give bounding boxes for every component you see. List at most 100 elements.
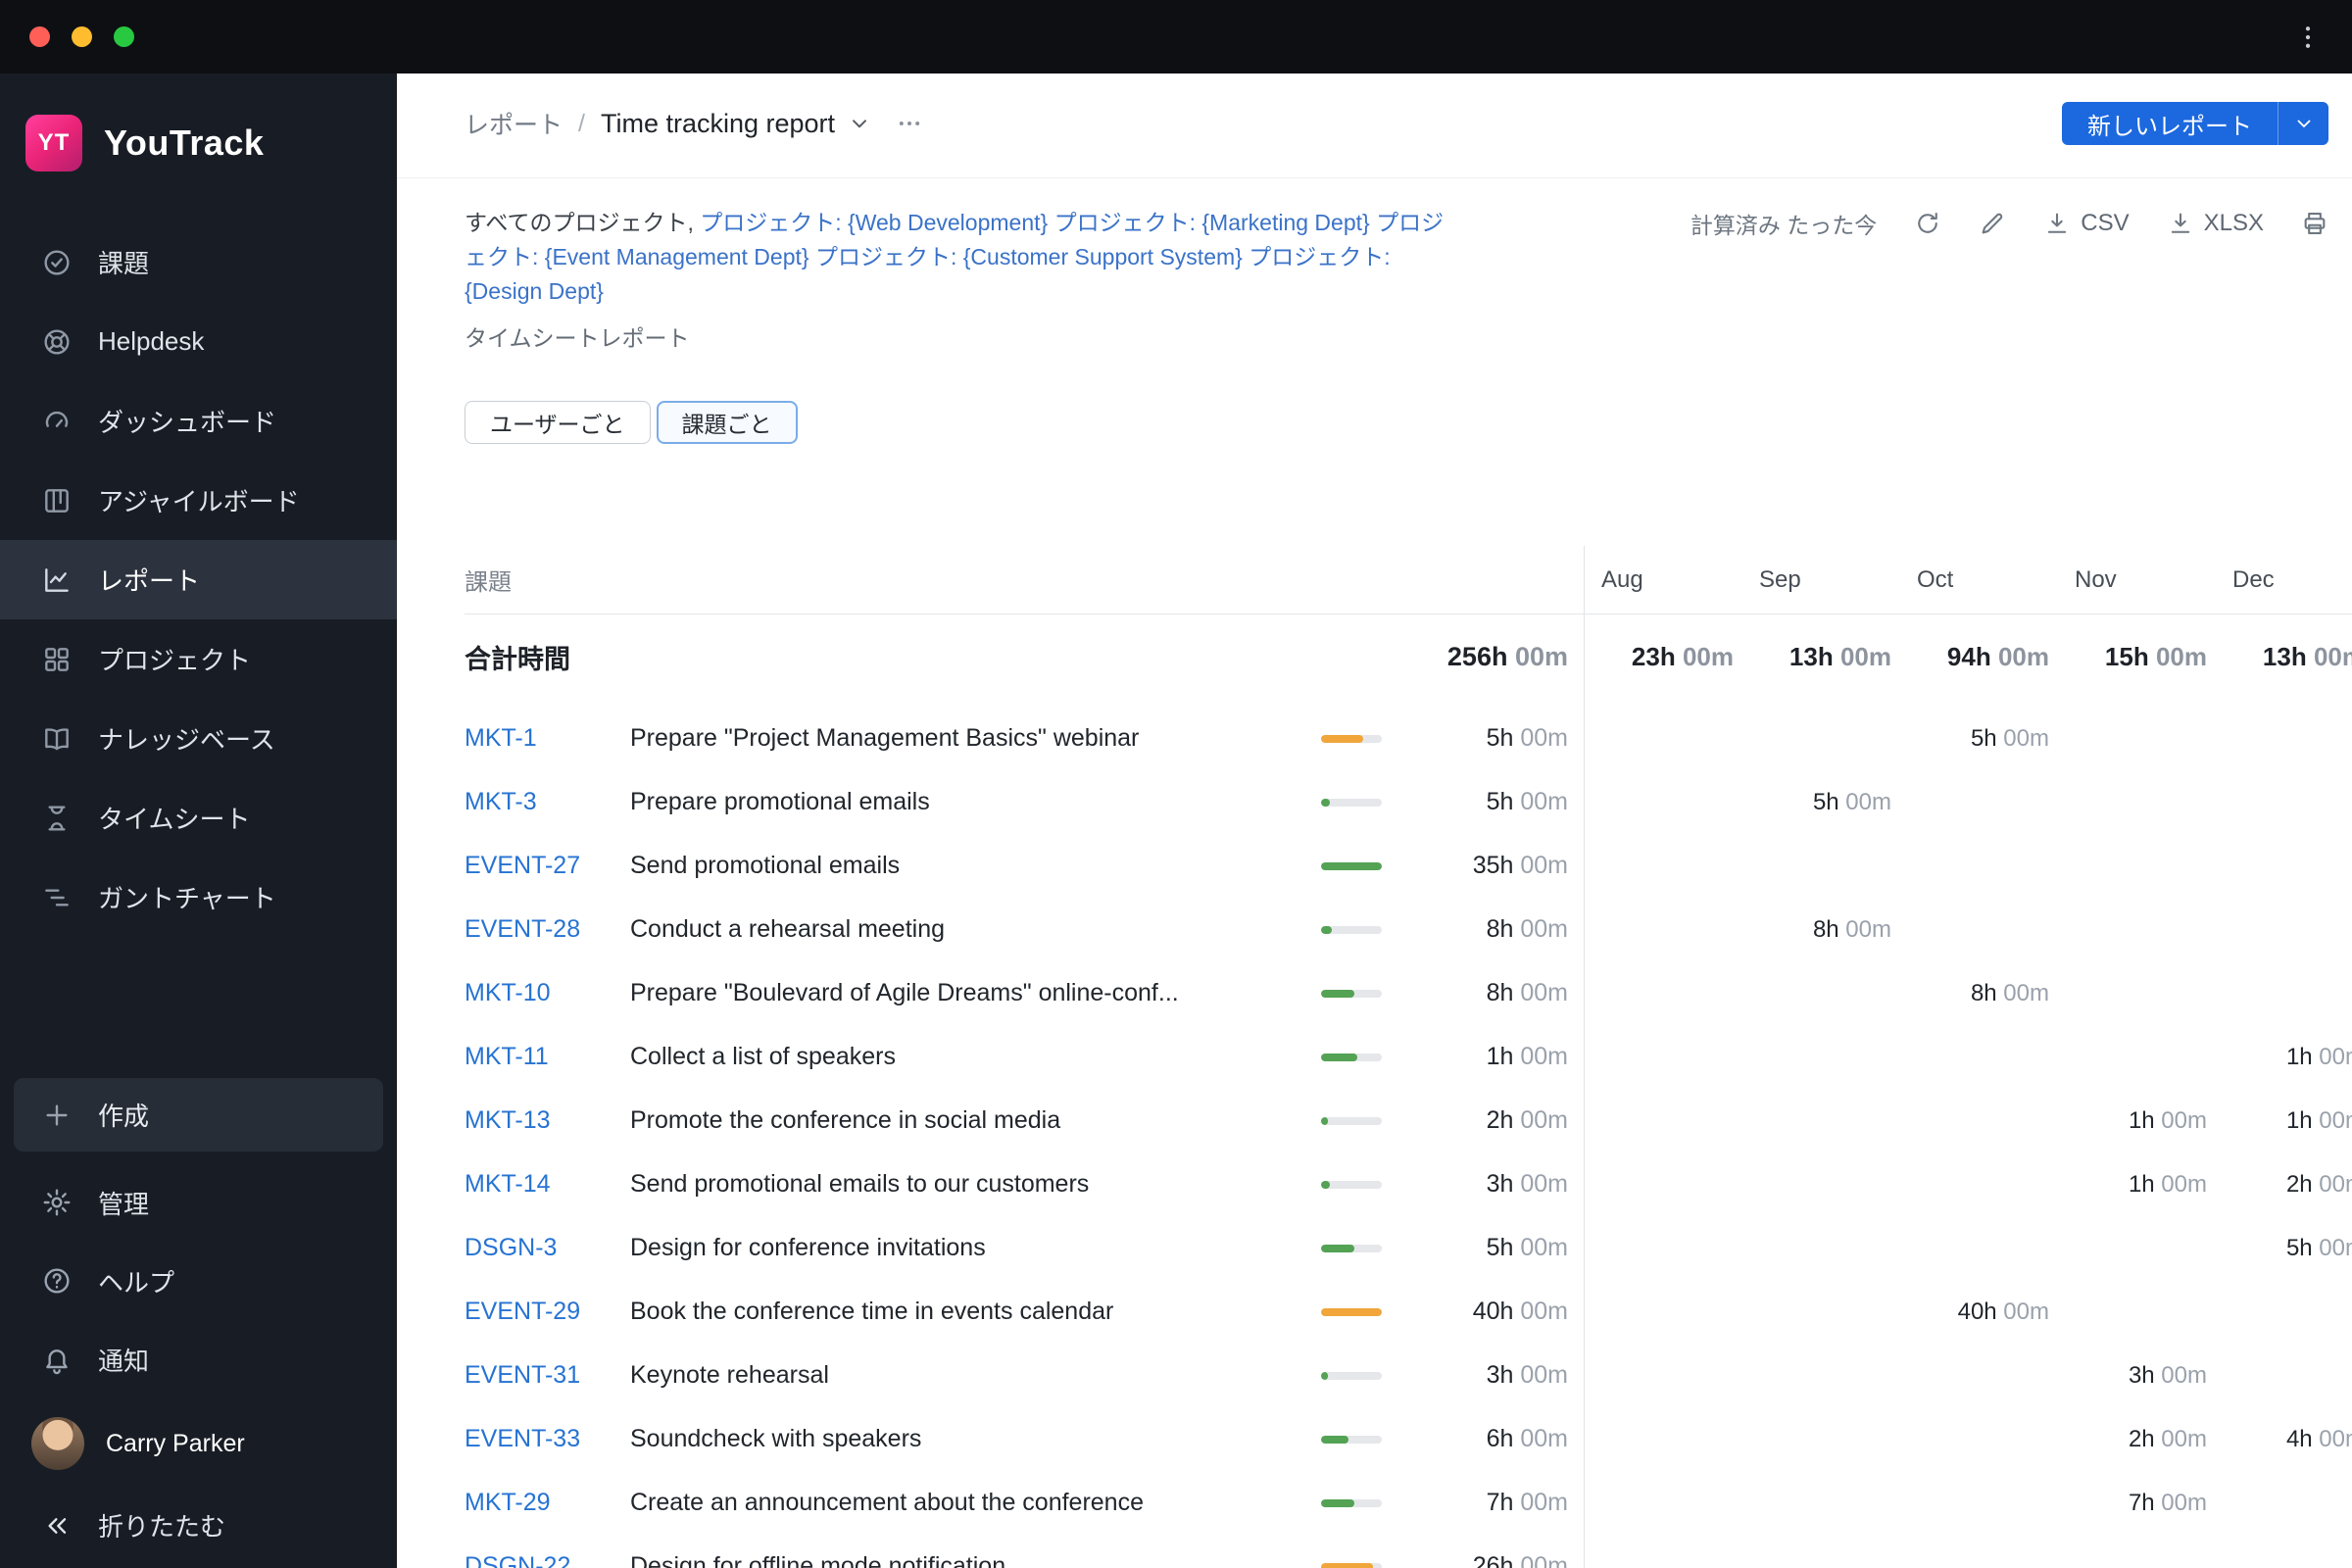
month-cell <box>1584 725 1741 753</box>
progress-bar <box>1321 925 1382 934</box>
progress-bar <box>1321 989 1382 998</box>
edit-button[interactable] <box>1979 210 2006 237</box>
issue-summary: Prepare promotional emails <box>630 788 930 815</box>
month-cell <box>2057 1044 2215 1071</box>
issue-summary: Send promotional emails to our customers <box>630 1170 1090 1198</box>
chevron-down-icon[interactable] <box>847 111 872 136</box>
download-icon <box>2167 210 2194 237</box>
report-meta-actions: 計算済み たった今 CSV XLSX <box>1690 206 2328 240</box>
issue-id-link[interactable]: MKT-13 <box>465 1106 630 1135</box>
row-months: 7h 00m <box>1584 1490 2352 1517</box>
progress-bar <box>1321 1562 1382 1568</box>
month-cell <box>1899 1044 2057 1071</box>
project-scope-link[interactable]: プロジェクト: {Marketing Dept} <box>1054 210 1370 235</box>
report-info: すべてのプロジェクト, プロジェクト: {Web Development} プロ… <box>465 206 2328 309</box>
export-csv-button[interactable]: CSV <box>2043 210 2130 237</box>
issue-id-link[interactable]: EVENT-33 <box>465 1425 630 1453</box>
sidebar-item-timesheet[interactable]: タイムシート <box>0 778 397 858</box>
bell-icon <box>41 1344 73 1375</box>
month-cell <box>2057 980 2215 1007</box>
issue-summary: Book the conference time in events calen… <box>630 1298 1114 1325</box>
issue-id-link[interactable]: EVENT-29 <box>465 1298 630 1326</box>
traffic-lights <box>29 26 134 47</box>
user-profile[interactable]: Carry Parker <box>0 1398 397 1489</box>
sidebar-item-bell[interactable]: 通知 <box>0 1320 397 1398</box>
sidebar-item-reports[interactable]: レポート <box>0 540 397 619</box>
sidebar-item-knowledge-base[interactable]: ナレッジベース <box>0 699 397 778</box>
row-total: 8h 00m <box>1486 915 1568 943</box>
month-cell <box>2057 1235 2215 1262</box>
zoom-window-button[interactable] <box>114 26 134 47</box>
app-logo[interactable]: YT YouTrack <box>0 74 397 172</box>
month-cell <box>2057 725 2215 753</box>
new-report-button[interactable]: 新しいレポート <box>2062 102 2278 145</box>
month-header-label: Aug <box>1601 565 1643 593</box>
issue-id-link[interactable]: EVENT-31 <box>465 1361 630 1390</box>
table-row: MKT-13 Promote the conference in social m… <box>465 1089 2352 1152</box>
issue-id-link[interactable]: MKT-11 <box>465 1043 630 1071</box>
sidebar-item-issues[interactable]: 課題 <box>0 222 397 302</box>
table-row: EVENT-29 Book the conference time in even… <box>465 1280 2352 1344</box>
summary-month-cell: 23h 00m <box>1631 641 1734 671</box>
issue-id-link[interactable]: MKT-10 <box>465 979 630 1007</box>
toggle-by-user[interactable]: ユーザーごと <box>465 401 651 444</box>
collapse-sidebar-button[interactable]: 折りたたむ <box>0 1489 397 1562</box>
export-xlsx-button[interactable]: XLSX <box>2167 210 2264 237</box>
issue-id-link[interactable]: DSGN-22 <box>465 1552 630 1568</box>
print-button[interactable] <box>2301 210 2328 237</box>
month-cell <box>2057 789 2215 816</box>
sidebar-item-agile-board[interactable]: アジャイルボード <box>0 461 397 540</box>
month-cell <box>1741 1426 1899 1453</box>
issue-id-link[interactable]: EVENT-28 <box>465 915 630 944</box>
issue-id-link[interactable]: MKT-1 <box>465 724 630 753</box>
print-icon <box>2301 210 2328 237</box>
sidebar-item-label: タイムシート <box>98 805 251 834</box>
month-header-label: Nov <box>2075 565 2117 593</box>
sidebar-item-helpdesk[interactable]: Helpdesk <box>0 302 397 381</box>
avatar <box>31 1417 84 1470</box>
collapse-icon <box>41 1510 73 1542</box>
create-button[interactable]: 作成 <box>14 1078 383 1152</box>
row-total: 6h 00m <box>1486 1425 1568 1452</box>
issue-id-link[interactable]: MKT-14 <box>465 1170 630 1199</box>
row-total: 5h 00m <box>1486 788 1568 815</box>
knowledge-base-icon <box>41 723 73 755</box>
summary-month-cell: 13h 00m <box>2262 641 2352 671</box>
sidebar-item-gear[interactable]: 管理 <box>0 1163 397 1242</box>
gantt-icon <box>41 882 73 913</box>
progress-bar <box>1321 1180 1382 1189</box>
summary-label: 合計時間 <box>465 644 570 674</box>
page-title[interactable]: Time tracking report <box>601 109 835 139</box>
month-header-label: Sep <box>1759 565 1801 593</box>
project-scope-link[interactable]: プロジェクト: {Customer Support System} <box>815 244 1243 270</box>
sidebar-item-projects[interactable]: プロジェクト <box>0 619 397 699</box>
month-cell: 8h 00m <box>1812 915 1891 943</box>
row-total: 40h 00m <box>1472 1298 1568 1325</box>
month-header-label: Oct <box>1917 565 1954 593</box>
kebab-vertical-icon[interactable] <box>2293 23 2323 52</box>
issue-id-link[interactable]: EVENT-27 <box>465 852 630 880</box>
sidebar-item-label: ダッシュボード <box>98 408 277 437</box>
sidebar-item-help[interactable]: ヘルプ <box>0 1242 397 1320</box>
sidebar-item-dashboard[interactable]: ダッシュボード <box>0 381 397 461</box>
minimize-window-button[interactable] <box>72 26 92 47</box>
more-options-icon[interactable] <box>896 110 923 137</box>
project-scope-link[interactable]: プロジェクト: {Web Development} <box>700 210 1048 235</box>
progress-bar <box>1321 1053 1382 1061</box>
report-scope: すべてのプロジェクト, プロジェクト: {Web Development} プロ… <box>465 206 1454 309</box>
table-row: MKT-29 Create an announcement about the c… <box>465 1471 2352 1535</box>
month-cell: 1h 00m <box>2128 1170 2207 1198</box>
breadcrumb-reports-link[interactable]: レポート <box>465 106 563 141</box>
refresh-button[interactable] <box>1914 210 1941 237</box>
issue-id-link[interactable]: MKT-29 <box>465 1489 630 1517</box>
issue-id-link[interactable]: DSGN-3 <box>465 1234 630 1262</box>
issue-summary: Prepare "Boulevard of Agile Dreams" onli… <box>630 979 1179 1006</box>
toggle-by-issue[interactable]: 課題ごと <box>656 401 798 444</box>
sidebar-item-gantt[interactable]: ガントチャート <box>0 858 397 937</box>
new-report-dropdown-button[interactable] <box>2278 102 2328 145</box>
month-cell: 40h 00m <box>1957 1298 2049 1325</box>
month-cell <box>1584 789 1741 816</box>
month-cell <box>1741 1298 1899 1326</box>
close-window-button[interactable] <box>29 26 50 47</box>
issue-id-link[interactable]: MKT-3 <box>465 788 630 816</box>
